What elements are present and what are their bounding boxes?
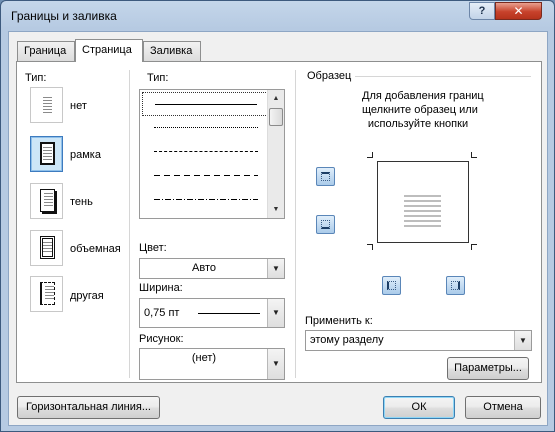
divider [295, 70, 296, 378]
preview-label-rule [355, 76, 531, 77]
preview-hint-1: Для добавления границ [362, 90, 484, 102]
setting-custom-thumb[interactable] [30, 276, 63, 312]
width-line-sample [198, 313, 260, 314]
setting-box-label[interactable]: рамка [70, 149, 101, 161]
color-value: Авто [192, 262, 216, 274]
chevron-down-icon[interactable]: ▼ [267, 299, 284, 327]
preview-hint-2: щелкните образец или [362, 104, 478, 116]
style-option-dotted[interactable] [142, 116, 268, 140]
apply-to-label: Применить к: [305, 315, 373, 327]
style-option-dash-dot[interactable] [142, 188, 268, 212]
style-listbox[interactable]: ▲ ▼ [139, 89, 285, 219]
cancel-button[interactable]: Отмена [465, 396, 541, 419]
art-label: Рисунок: [139, 333, 184, 345]
setting-box-thumb[interactable] [30, 136, 63, 172]
setting-3d-thumb[interactable] [30, 230, 63, 266]
setting-custom-label[interactable]: другая [70, 290, 104, 302]
left-border-icon[interactable] [382, 276, 401, 295]
apply-to-value: этому разделу [310, 334, 384, 346]
scroll-up-icon[interactable]: ▲ [268, 90, 284, 107]
top-border-icon[interactable] [316, 167, 335, 186]
preview-page[interactable] [377, 161, 469, 243]
chevron-down-icon[interactable]: ▼ [514, 331, 531, 350]
setting-3d-label[interactable]: объемная [70, 243, 121, 255]
setting-none-thumb[interactable] [30, 87, 63, 123]
ok-button[interactable]: ОК [383, 396, 455, 419]
preview-label: Образец [307, 70, 352, 82]
scroll-down-icon[interactable]: ▼ [268, 201, 284, 218]
art-combo[interactable]: (нет) ▼ [139, 348, 285, 380]
color-label: Цвет: [139, 242, 167, 254]
width-combo[interactable]: 0,75 пт ▼ [139, 298, 285, 328]
chevron-down-icon[interactable]: ▼ [267, 259, 284, 278]
chevron-down-icon[interactable]: ▼ [267, 349, 284, 379]
setting-shadow-label[interactable]: тень [70, 196, 93, 208]
bottom-border-icon[interactable] [316, 215, 335, 234]
width-label: Ширина: [139, 282, 183, 294]
style-option-dashed-small[interactable] [142, 140, 268, 164]
right-border-icon[interactable] [446, 276, 465, 295]
style-scrollbar[interactable]: ▲ ▼ [267, 90, 284, 218]
dialog-window: Границы и заливка ? ✕ Граница Страница З… [0, 0, 555, 432]
close-button[interactable]: ✕ [495, 2, 542, 20]
horizontal-line-button[interactable]: Горизонтальная линия... [17, 396, 160, 419]
window-title: Границы и заливка [11, 9, 117, 23]
divider [129, 70, 130, 378]
apply-to-combo[interactable]: этому разделу ▼ [305, 330, 532, 351]
setting-shadow-thumb[interactable] [30, 183, 63, 219]
setting-none-label[interactable]: нет [70, 100, 87, 112]
preview-text-lines [404, 195, 441, 231]
page-shadow-icon [40, 189, 55, 212]
page-custom-icon [40, 282, 55, 305]
tab-page-border[interactable]: Страница [75, 39, 143, 62]
tab-border[interactable]: Граница [17, 41, 75, 61]
page-icon [40, 93, 55, 116]
color-combo[interactable]: Авто ▼ [139, 258, 285, 279]
setting-label: Тип: [25, 72, 47, 84]
options-button[interactable]: Параметры... [447, 357, 529, 380]
page-3d-icon [40, 236, 55, 259]
style-option-dashed[interactable] [142, 164, 268, 188]
help-button[interactable]: ? [469, 2, 495, 20]
style-option-solid[interactable] [142, 92, 268, 116]
page-box-icon [40, 142, 55, 165]
dialog-body: Граница Страница Заливка Тип: нет рамка … [8, 31, 548, 426]
preview-hint-3: используйте кнопки [367, 118, 469, 130]
art-value: (нет) [191, 352, 217, 364]
style-label: Тип: [147, 72, 169, 84]
scroll-thumb[interactable] [269, 108, 283, 126]
title-bar[interactable]: Границы и заливка ? ✕ [1, 1, 554, 31]
tab-shading[interactable]: Заливка [143, 41, 201, 61]
